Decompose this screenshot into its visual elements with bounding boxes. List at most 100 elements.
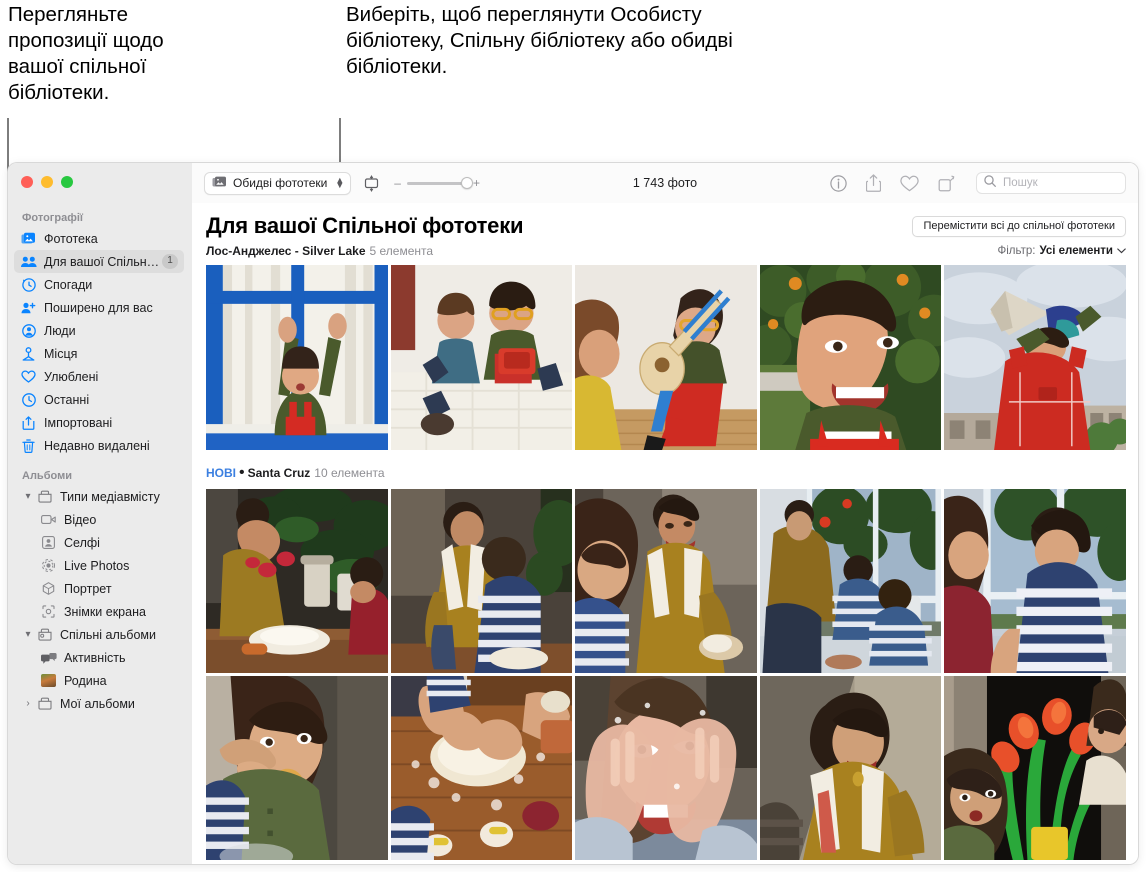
- sidebar-item-label: Фототека: [44, 231, 98, 246]
- photos-app-window: Фотографії Фототека Для вашої Спільної ф…: [8, 163, 1138, 864]
- disclosure-triangle-icon[interactable]: ›: [22, 698, 34, 709]
- zoom-slider-knob[interactable]: [460, 177, 473, 189]
- sidebar-item-label: Портрет: [64, 581, 112, 596]
- info-icon[interactable]: [830, 174, 847, 192]
- places-pin-icon: [20, 346, 37, 362]
- sidebar-item-label: Активність: [64, 650, 126, 665]
- toolbar: Обидві фототеки ▲ ▼ – + 1 743 фото: [192, 163, 1138, 203]
- zoom-in-label[interactable]: +: [473, 176, 480, 190]
- sidebar-item-badge: 1: [162, 254, 178, 269]
- sidebar-item-label: Знімки екрана: [64, 604, 146, 619]
- sidebar-item-live-photos[interactable]: Live Photos: [14, 554, 184, 577]
- content-area: Для вашої Спільної фототеки Перемістити …: [192, 203, 1138, 864]
- minimize-button[interactable]: [41, 176, 53, 188]
- sidebar-item-memories[interactable]: Спогади: [14, 273, 184, 296]
- heart-icon: [20, 369, 37, 385]
- photo-cell[interactable]: [759, 265, 942, 450]
- zoom-slider[interactable]: – +: [394, 176, 480, 190]
- sidebar-item-places[interactable]: Місця: [14, 342, 184, 365]
- folder-icon: [36, 489, 53, 505]
- trash-icon: [20, 438, 37, 454]
- photo-cell[interactable]: [390, 489, 573, 673]
- chevron-updown-icon[interactable]: ▲ ▼: [335, 176, 344, 190]
- sidebar-item-recents[interactable]: Останні: [14, 388, 184, 411]
- filter-label: Фільтр:: [997, 245, 1036, 257]
- sidebar-item-label: Улюблені: [44, 369, 99, 384]
- photo-cell[interactable]: [575, 265, 757, 450]
- sidebar: Фотографії Фототека Для вашої Спільної ф…: [8, 163, 192, 864]
- sidebar-item-people[interactable]: Люди: [14, 319, 184, 342]
- share-icon[interactable]: [866, 174, 881, 192]
- heart-icon[interactable]: [900, 175, 919, 192]
- sidebar-item-favorites[interactable]: Улюблені: [14, 365, 184, 388]
- sidebar-group-my-albums[interactable]: › Мої альбоми: [14, 692, 184, 715]
- filter-control[interactable]: Фільтр: Усі елементи: [997, 245, 1126, 257]
- chevron-down-icon[interactable]: [1117, 245, 1126, 257]
- toolbar-actions: [830, 172, 1126, 194]
- sidebar-group-media-types[interactable]: ▾ Типи медіавмісту: [14, 485, 184, 508]
- photo-cell[interactable]: [944, 489, 1126, 673]
- portrait-icon: [40, 581, 57, 597]
- photo-cell[interactable]: [575, 676, 757, 860]
- sidebar-item-label: Спогади: [44, 277, 93, 292]
- photo-cell[interactable]: [390, 265, 573, 450]
- section-count: 10 елемента: [314, 466, 385, 480]
- disclosure-triangle-icon[interactable]: ▾: [22, 629, 34, 640]
- search-icon: [984, 174, 996, 192]
- page-header: Для вашої Спільної фототеки Перемістити …: [206, 213, 1126, 239]
- sidebar-item-label: Останні: [44, 392, 90, 407]
- sidebar-item-imports[interactable]: Імпортовані: [14, 411, 184, 434]
- sidebar-item-label: Місця: [44, 346, 78, 361]
- photo-cell[interactable]: [759, 676, 942, 860]
- window-traffic-lights: [8, 163, 192, 188]
- section-count: 5 елемента: [369, 244, 434, 258]
- live-photo-icon: [40, 558, 57, 574]
- memories-icon: [20, 277, 37, 293]
- library-picker-popup[interactable]: Обидві фототеки ▲ ▼: [204, 171, 352, 195]
- selfie-icon: [40, 535, 57, 551]
- zoom-button[interactable]: [61, 176, 73, 188]
- photo-cell[interactable]: [206, 265, 388, 450]
- sidebar-item-for-your-shared-library[interactable]: Для вашої Спільної фо... 1: [14, 250, 184, 273]
- move-all-to-shared-library-button[interactable]: Перемістити всі до спільної фототеки: [912, 215, 1126, 237]
- disclosure-triangle-icon[interactable]: ▾: [22, 491, 34, 502]
- video-icon: [40, 512, 57, 528]
- sidebar-item-selfies[interactable]: Селфі: [14, 531, 184, 554]
- sidebar-item-label: Поширено для вас: [44, 300, 153, 315]
- section-header-2: НОВІ • Santa Cruz 10 елемента: [206, 464, 1126, 482]
- photo-cell[interactable]: [759, 489, 942, 673]
- sidebar-item-shared-with-you[interactable]: Поширено для вас: [14, 296, 184, 319]
- photo-cell[interactable]: [206, 489, 388, 673]
- photo-cell[interactable]: [575, 489, 757, 673]
- section-title: Santa Cruz: [247, 466, 311, 480]
- search-input[interactable]: [1001, 176, 1118, 190]
- sidebar-item-family-album[interactable]: Родина: [14, 669, 184, 692]
- photo-cell[interactable]: [944, 265, 1126, 450]
- zoom-slider-track[interactable]: [406, 177, 473, 189]
- sidebar-item-activity[interactable]: Активність: [14, 646, 184, 669]
- photo-grid-section-1: [206, 265, 1126, 450]
- sidebar-group-label: Типи медіавмісту: [60, 489, 160, 504]
- sidebar-item-screenshots[interactable]: Знімки екрана: [14, 600, 184, 623]
- sidebar-item-videos[interactable]: Відео: [14, 508, 184, 531]
- sidebar-item-label: Імпортовані: [44, 415, 113, 430]
- zoom-out-label[interactable]: –: [394, 176, 401, 190]
- sidebar-item-label: Недавно видалені: [44, 438, 150, 453]
- rotate-icon[interactable]: [938, 175, 955, 192]
- photo-cell[interactable]: [390, 676, 573, 860]
- sidebar-item-portrait[interactable]: Портрет: [14, 577, 184, 600]
- sidebar-group-shared-albums[interactable]: ▾ Спільні альбоми: [14, 623, 184, 646]
- sidebar-item-recently-deleted[interactable]: Недавно видалені: [14, 434, 184, 457]
- callout-text-left: Перегляньте пропозиції щодо вашої спільн…: [8, 3, 164, 104]
- main-area: Обидві фототеки ▲ ▼ – + 1 743 фото Пошук…: [192, 163, 1138, 864]
- photo-cell[interactable]: [944, 676, 1126, 860]
- import-icon: [20, 415, 37, 431]
- close-button[interactable]: [21, 176, 33, 188]
- aspect-fill-icon[interactable]: [363, 174, 380, 192]
- search-box[interactable]: [976, 172, 1126, 194]
- sidebar-item-photo-library[interactable]: Фототека: [14, 227, 184, 250]
- shared-with-you-icon: [20, 300, 37, 316]
- photo-cell[interactable]: [206, 676, 388, 860]
- shared-folder-icon: [36, 627, 53, 643]
- sidebar-section-photos-label: Фотографії: [22, 212, 83, 224]
